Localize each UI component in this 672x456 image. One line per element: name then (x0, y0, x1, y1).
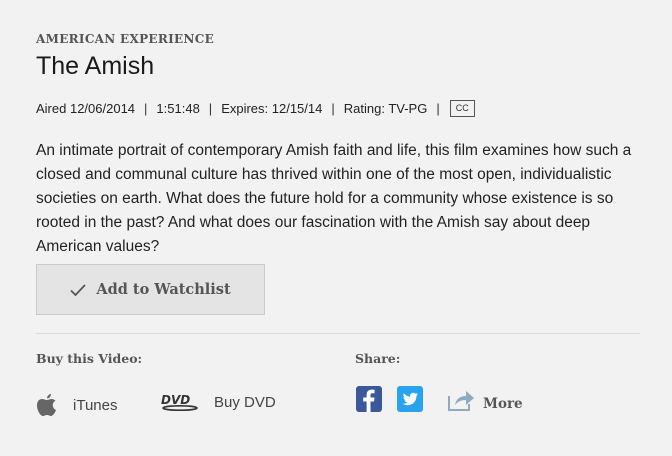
video-meta: Aired 12/06/2014 | 1:51:48 | Expires: 12… (36, 100, 475, 117)
twitter-share-button[interactable] (397, 386, 423, 412)
separator: | (208, 101, 213, 116)
itunes-label: iTunes (73, 396, 118, 414)
separator: | (331, 101, 335, 116)
separator: | (144, 101, 148, 116)
divider (36, 333, 640, 334)
watchlist-label: Add to Watchlist (96, 281, 231, 298)
check-icon (70, 283, 86, 296)
buy-heading: Buy this Video: (36, 351, 143, 366)
more-share-button[interactable]: More (447, 388, 523, 412)
series-label[interactable]: AMERICAN EXPERIENCE (36, 32, 214, 46)
itunes-link[interactable]: iTunes (36, 393, 117, 417)
more-label: More (483, 396, 523, 412)
share-arrow-icon (448, 391, 474, 411)
separator: | (436, 101, 440, 116)
share-heading: Share: (355, 351, 401, 366)
duration: 1:51:48 (156, 101, 200, 116)
facebook-icon (363, 389, 375, 412)
apple-icon (37, 394, 56, 416)
page-title: The Amish (36, 52, 155, 80)
rating: Rating: TV-PG (343, 101, 428, 116)
description: An intimate portrait of contemporary Ami… (36, 142, 632, 255)
expires-date: Expires: 12/15/14 (221, 101, 323, 116)
aired-date: Aired 12/06/2014 (36, 101, 136, 116)
twitter-icon (402, 392, 418, 406)
facebook-share-button[interactable] (356, 386, 382, 412)
closed-caption-badge: CC (449, 100, 475, 117)
buy-dvd-link[interactable]: DVD Buy DVD (160, 393, 276, 411)
add-to-watchlist-button[interactable]: Add to Watchlist (36, 264, 265, 315)
svg-text:DVD: DVD (161, 393, 190, 407)
dvd-icon: DVD (161, 393, 198, 411)
buy-dvd-label: Buy DVD (214, 393, 276, 411)
